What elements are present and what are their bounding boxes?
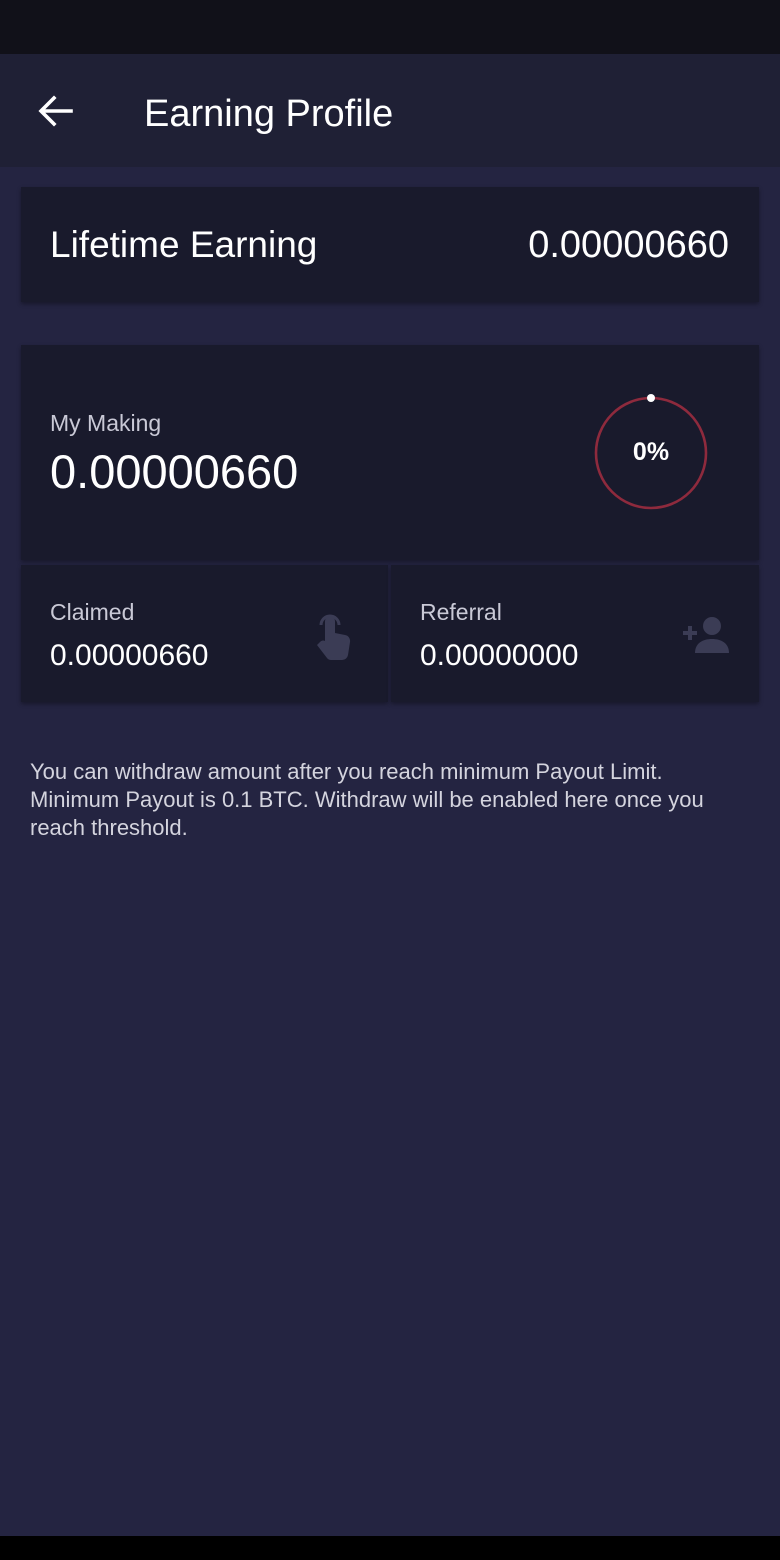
system-navigation-bar [0,1536,780,1560]
back-button[interactable] [26,84,84,138]
arrow-left-icon [38,95,73,127]
my-making-value: 0.00000660 [50,445,299,498]
app-bar: Earning Profile [0,54,780,167]
referral-card: Referral 0.00000000 [391,565,759,702]
claimed-card: Claimed 0.00000660 [21,565,388,702]
add-person-icon [683,617,729,653]
status-bar [0,0,780,54]
my-making-card: My Making 0.00000660 0% [21,345,759,560]
referral-label: Referral [420,599,502,625]
claimed-label: Claimed [50,599,135,625]
lifetime-earning-value: 0.00000660 [528,224,729,266]
my-making-label: My Making [50,410,162,436]
claimed-value: 0.00000660 [50,639,209,672]
progress-indicator-dot [647,394,655,402]
page-title: Earning Profile [144,93,394,135]
touch-hand-icon [317,614,351,661]
lifetime-earning-card: Lifetime Earning 0.00000660 [21,187,759,302]
withdraw-info-text: You can withdraw amount after you reach … [30,759,704,840]
referral-value: 0.00000000 [420,639,579,672]
progress-percent-text: 0% [632,438,670,466]
lifetime-earning-label: Lifetime Earning [50,224,318,265]
